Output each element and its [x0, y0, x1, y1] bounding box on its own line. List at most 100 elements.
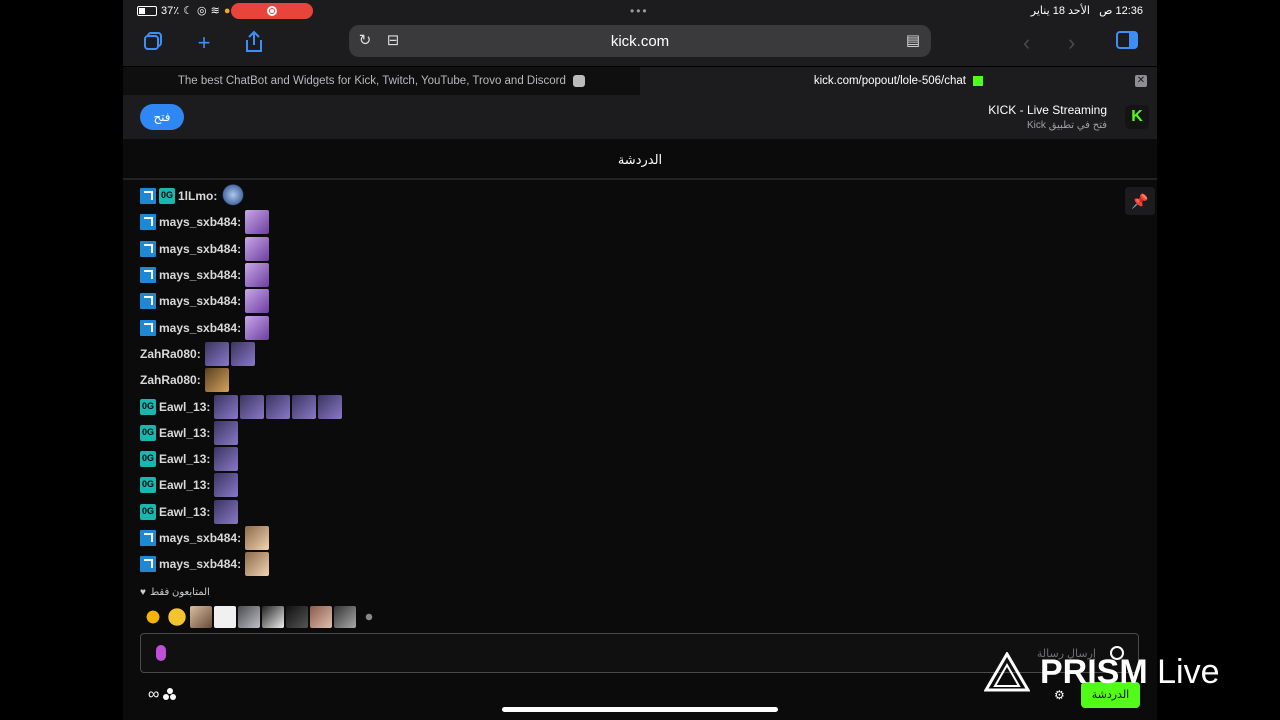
og-badge-icon: [140, 451, 156, 468]
username-separator: :: [237, 215, 242, 230]
chat-username[interactable]: mays_sxb484: [159, 268, 237, 282]
status-time: 12:36: [1115, 5, 1143, 17]
chat-emote[interactable]: [318, 394, 343, 419]
chat-username[interactable]: mays_sxb484: [159, 294, 237, 308]
moderator-badge-icon: [140, 556, 156, 573]
home-indicator: [502, 707, 778, 712]
chat-username[interactable]: mays_sxb484: [159, 531, 237, 545]
username-separator: :: [206, 504, 211, 519]
chat-emote[interactable]: [245, 210, 270, 235]
battery-percent: 37٪: [161, 5, 180, 17]
chat-emote[interactable]: [245, 289, 270, 314]
chat-emote[interactable]: [214, 473, 239, 498]
followers-only-text: المتابعون فقط: [149, 587, 210, 598]
screen-recording-indicator[interactable]: [231, 3, 313, 19]
tab-title: The best ChatBot and Widgets for Kick, T…: [177, 75, 566, 87]
tab-chatbot[interactable]: The best ChatBot and Widgets for Kick, T…: [123, 67, 640, 95]
username-separator: :: [206, 399, 211, 414]
chat-emote[interactable]: [204, 341, 229, 366]
chat-emote[interactable]: [214, 499, 239, 524]
new-tab-icon[interactable]: +: [191, 30, 217, 56]
chat-emote[interactable]: [245, 236, 270, 261]
smart-app-banner: فتح KICK - Live Streaming فتح في تطبيق K…: [123, 95, 1157, 139]
prism-logo-icon: [984, 652, 1030, 692]
forward-arrow-icon[interactable]: ›: [1068, 30, 1075, 56]
chat-emote[interactable]: [214, 447, 239, 472]
wifi-icon: ≋: [210, 5, 220, 17]
chat-username[interactable]: Eawl_13: [159, 400, 206, 414]
chat-emote[interactable]: [245, 552, 270, 577]
username-separator: :: [237, 557, 242, 572]
chat-username[interactable]: ZahRa080: [140, 347, 197, 361]
username-separator: :: [237, 531, 242, 545]
emote-smile[interactable]: [166, 606, 188, 628]
status-date: الأحد 18 يناير: [1030, 5, 1090, 17]
emote-text-card[interactable]: [214, 606, 236, 628]
prism-live-watermark: PRISM Live: [984, 650, 1220, 694]
username-separator: :: [206, 478, 211, 493]
tabs-overview-icon[interactable]: [140, 30, 166, 56]
chat-emote[interactable]: [214, 394, 239, 419]
watermark-brand: PRISM: [1040, 652, 1148, 691]
moderator-badge-icon: [140, 188, 156, 205]
orange-dot-icon: ●: [223, 4, 231, 17]
followers-only-notice: المتابعون فقط ♥: [140, 587, 210, 598]
tab-kick-chat[interactable]: kick.com/popout/lole-506/chat ✕: [640, 67, 1157, 95]
microphone-icon[interactable]: [156, 645, 166, 661]
og-badge-icon: [140, 503, 156, 520]
chat-emote[interactable]: [204, 368, 229, 393]
chat-username[interactable]: ZahRa080: [140, 373, 197, 387]
emote-candy[interactable]: [142, 606, 164, 628]
og-badge-icon: [140, 477, 156, 494]
emote-photo-2[interactable]: [238, 606, 260, 628]
og-badge-icon: [159, 188, 175, 205]
open-in-app-button[interactable]: فتح: [140, 104, 184, 130]
chat-username[interactable]: Eawl_13: [159, 505, 206, 519]
chat-emote[interactable]: [221, 184, 246, 209]
infinity-icon[interactable]: ∞: [148, 686, 159, 704]
chat-emote[interactable]: [266, 394, 291, 419]
sidebar-toggle-icon[interactable]: [1114, 30, 1140, 56]
url-text: kick.com: [610, 33, 670, 50]
chat-username[interactable]: mays_sxb484: [159, 321, 237, 335]
moderator-badge-icon: [140, 214, 156, 231]
site-favicon-icon: [573, 74, 586, 87]
chat-username[interactable]: mays_sxb484: [159, 215, 237, 229]
banner-title: KICK - Live Streaming: [988, 103, 1107, 117]
chat-emote[interactable]: [245, 315, 270, 340]
close-tab-icon[interactable]: ✕: [1135, 75, 1147, 87]
chat-emote[interactable]: [245, 526, 270, 550]
emote-small[interactable]: [358, 606, 380, 628]
pin-icon[interactable]: 📌: [1125, 187, 1155, 215]
username-separator: :: [237, 294, 242, 309]
chat-username[interactable]: 1lLmo: [178, 189, 213, 203]
chat-message-list: 1lLmo:mays_sxb484:mays_sxb484:mays_sxb48…: [140, 183, 1040, 577]
status-ampm: ص: [1099, 5, 1113, 17]
emote-photo-4[interactable]: [310, 606, 332, 628]
chat-emote[interactable]: [245, 263, 270, 288]
reader-icon[interactable]: ▤: [903, 31, 923, 51]
chat-emote[interactable]: [230, 341, 255, 366]
address-bar[interactable]: ↻ ⊟ kick.com ▤: [349, 25, 931, 57]
chat-message: mays_sxb484:: [140, 236, 1040, 262]
emote-quick-bar: [142, 606, 380, 628]
chat-emote[interactable]: [240, 394, 265, 419]
emote-photo-1[interactable]: [190, 606, 212, 628]
chat-emote[interactable]: [214, 420, 239, 445]
og-badge-icon: [140, 398, 156, 415]
username-separator: :: [206, 452, 211, 467]
emote-photo-3[interactable]: [262, 606, 284, 628]
share-icon[interactable]: [241, 30, 267, 56]
username-separator: :: [237, 268, 242, 283]
chat-username[interactable]: Eawl_13: [159, 478, 206, 492]
chat-username[interactable]: mays_sxb484: [159, 242, 237, 256]
chat-emote[interactable]: [292, 394, 317, 419]
back-arrow-icon[interactable]: ‹: [1023, 30, 1030, 56]
emote-photo-5[interactable]: [334, 606, 356, 628]
multitask-dots-icon[interactable]: •••: [630, 4, 649, 18]
chat-username[interactable]: mays_sxb484: [159, 557, 237, 571]
chat-username[interactable]: Eawl_13: [159, 452, 206, 466]
emote-caption[interactable]: [286, 606, 308, 628]
emote-menu-icon[interactable]: [163, 688, 177, 702]
chat-username[interactable]: Eawl_13: [159, 426, 206, 440]
